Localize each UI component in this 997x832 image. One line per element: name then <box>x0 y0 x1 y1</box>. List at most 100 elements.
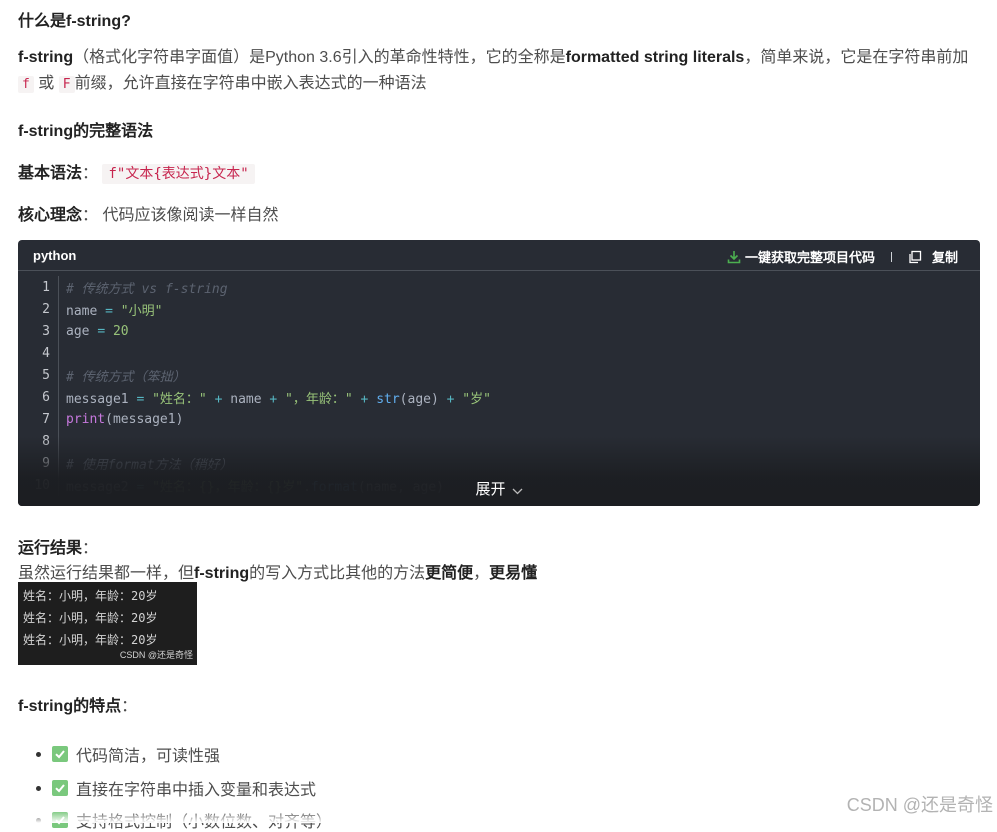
list-item: 代码简洁，可读性强 <box>36 742 220 766</box>
intro-text-1: （格式化字符串字面值）是Python 3.6引入的革命性特性，它的全称是 <box>73 49 566 66</box>
inline-code-f: f <box>18 76 34 93</box>
result-description: 虽然运行结果都一样，但f-string的写入方式比其他的方法更简便，更易懂 <box>18 559 537 583</box>
code-token: message1 <box>66 391 137 407</box>
basic-syntax-code: f"文本{表达式}文本" <box>102 164 255 184</box>
terminal-line: 姓名：小明，年龄：20岁 <box>23 633 158 647</box>
intro-text-2: ，简单来说，它是在字符串前加 <box>744 49 969 66</box>
code-block: python 一键获取完整项目代码 复制 1 # 传统方式 vs f-string… <box>18 240 980 506</box>
code-line: 1 # 传统方式 vs f-string <box>18 276 980 298</box>
line-number: 2 <box>42 301 50 317</box>
code-line: 3 age = 20 <box>18 320 980 342</box>
line-number: 1 <box>42 279 50 295</box>
result-desc-bold-1: 更简便 <box>425 565 474 582</box>
code-line: 4 <box>18 342 980 364</box>
code-token: "岁" <box>462 391 491 407</box>
core-idea-text: 代码应该像阅读一样自然 <box>102 207 279 224</box>
intro-fullname: formatted string literals <box>565 49 745 66</box>
gutter-divider <box>58 298 59 320</box>
intro-term: f-string <box>18 49 74 66</box>
core-idea-label: 核心理念 <box>18 207 83 224</box>
intro-text-3: 前缀，允许直接在字符串中嵌入表达式的一种语法 <box>74 75 427 92</box>
chevron-down-icon <box>512 482 523 499</box>
result-desc-comma: ， <box>473 565 490 582</box>
basic-syntax-colon: ： <box>82 165 99 182</box>
code-text: print(message1) <box>66 412 183 427</box>
copy-button[interactable]: 复制 <box>908 247 958 266</box>
line-number: 7 <box>42 411 50 427</box>
result-label: 运行结果 <box>18 540 83 557</box>
code-line: 5 # 传统方式（笨拙） <box>18 364 980 386</box>
intro-or: 或 <box>38 75 55 92</box>
expand-button[interactable]: 展开 <box>18 478 980 499</box>
intro-paragraph: f-string（格式化字符串字面值）是Python 3.6引入的革命性特性，它… <box>18 45 980 98</box>
code-text: name = "小明" <box>66 300 162 319</box>
feature-text: 代码简洁，可读性强 <box>76 748 221 765</box>
features-heading-line: f-string的特点： <box>18 692 137 716</box>
code-token: name <box>222 391 270 407</box>
expand-label: 展开 <box>475 481 506 498</box>
code-token: = <box>105 303 113 319</box>
code-token: age <box>66 323 98 339</box>
code-token: name <box>66 303 106 319</box>
core-idea-colon: ： <box>82 207 99 224</box>
code-token: "姓名：" <box>152 391 207 407</box>
code-text: message1 = "姓名：" + name + "，年龄：" + str(a… <box>66 388 491 407</box>
list-item: 直接在字符串中插入变量和表达式 <box>36 776 316 800</box>
bullet-dot <box>36 751 41 757</box>
download-icon <box>727 250 741 264</box>
gutter-divider <box>58 386 59 408</box>
heading-complete-syntax: f-string的完整语法 <box>18 123 154 140</box>
gutter-divider <box>58 364 59 386</box>
copy-label: 复制 <box>931 250 958 265</box>
features-heading: f-string的特点 <box>18 698 122 715</box>
terminal-watermark: CSDN @还是奇怪 <box>119 650 193 660</box>
code-text: age = 20 <box>66 324 129 339</box>
copy-icon <box>908 250 922 264</box>
code-token: # 传统方式 vs f-string <box>66 281 228 297</box>
checkmark-icon <box>52 780 68 796</box>
code-token: 20 <box>112 323 129 339</box>
code-token: print <box>66 411 106 427</box>
checkmark-icon <box>52 746 68 762</box>
bullet-dot <box>36 785 41 791</box>
gutter-divider <box>58 408 59 430</box>
toolbar-divider <box>890 251 892 262</box>
code-token: = <box>97 323 106 339</box>
result-desc-mid: 的写入方式比其他的方法 <box>249 565 426 582</box>
terminal-line: 姓名：小明，年龄：20岁 <box>23 611 158 625</box>
result-desc-term: f-string <box>194 565 250 582</box>
line-number: 4 <box>42 345 50 361</box>
code-token: # 传统方式（笨拙） <box>66 369 186 385</box>
code-text: # 传统方式 vs f-string <box>66 278 228 297</box>
features-colon: ： <box>121 698 138 715</box>
get-full-code-button[interactable]: 一键获取完整项目代码 <box>727 247 875 266</box>
csdn-watermark: CSDN @还是奇怪 <box>846 795 993 815</box>
code-token: "小明" <box>120 303 163 319</box>
result-colon: ： <box>82 540 99 557</box>
code-token: (age) <box>399 391 447 407</box>
code-token: (message1) <box>105 411 184 427</box>
feature-text: 直接在字符串中插入变量和表达式 <box>76 782 317 799</box>
code-language: python <box>33 248 77 263</box>
get-full-code-label: 一键获取完整项目代码 <box>744 250 875 265</box>
code-toolbar: 一键获取完整项目代码 复制 <box>727 247 958 266</box>
code-token: str <box>376 391 400 407</box>
code-token: "，年龄：" <box>285 391 353 407</box>
line-number: 6 <box>42 389 50 405</box>
terminal-line: 姓名：小明，年龄：20岁 <box>23 589 158 603</box>
basic-syntax-label: 基本语法 <box>18 165 83 182</box>
line-number: 3 <box>42 323 50 339</box>
code-text: # 传统方式（笨拙） <box>66 366 186 385</box>
basic-syntax-line: 基本语法： f"文本{表达式}文本" <box>18 159 255 184</box>
result-desc-pre: 虽然运行结果都一样，但 <box>18 565 195 582</box>
gutter-divider <box>58 342 59 364</box>
gutter-divider <box>58 276 59 298</box>
result-label-line: 运行结果： <box>18 534 98 558</box>
code-line: 6 message1 = "姓名：" + name + "，年龄：" + str(… <box>18 386 980 408</box>
line-number: 5 <box>42 367 50 383</box>
